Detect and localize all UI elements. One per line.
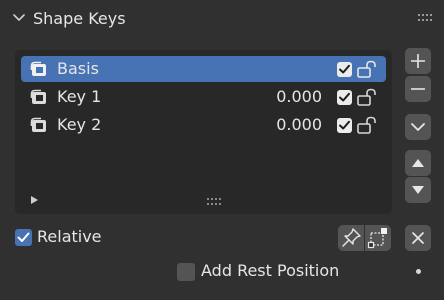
shape-key-value[interactable]: 0.000 [276, 87, 322, 106]
shape-key-enabled-checkbox[interactable] [337, 118, 352, 133]
edit-mode-icon [367, 228, 387, 249]
triangle-up-icon [412, 159, 424, 167]
unlocked-icon[interactable] [356, 60, 378, 79]
filter-options-toggle-icon[interactable] [29, 194, 39, 206]
relative-checkbox[interactable] [15, 229, 32, 246]
checkmark-icon [339, 92, 350, 102]
shape-key-lock-button[interactable] [338, 225, 364, 251]
drag-grip-icon[interactable] [418, 13, 434, 23]
add-rest-position-checkbox[interactable] [177, 263, 195, 281]
resize-grip-icon[interactable] [207, 198, 225, 206]
shape-key-enabled-checkbox[interactable] [337, 62, 352, 77]
keyframe-dot-icon[interactable] [416, 269, 421, 274]
add-shape-key-button[interactable] [405, 48, 431, 74]
minus-icon [411, 88, 425, 90]
shape-key-name[interactable]: Key 2 [57, 115, 101, 134]
shape-key-enabled-checkbox[interactable] [337, 90, 352, 105]
remove-shape-key-button[interactable] [405, 76, 431, 102]
checkmark-icon [339, 120, 350, 130]
shape-key-row[interactable]: Key 2 0.000 [21, 112, 386, 138]
move-up-button[interactable] [405, 150, 431, 176]
checkmark-icon [17, 232, 30, 242]
shape-key-icon [30, 117, 46, 132]
triangle-down-icon [412, 186, 424, 194]
chevron-down-icon[interactable] [12, 11, 26, 25]
shape-key-list[interactable]: Basis Key 1 0.000 Key 2 0.000 [15, 50, 392, 214]
shape-key-icon [30, 61, 46, 76]
pin-icon [342, 228, 361, 247]
shape-key-icon [30, 89, 46, 104]
shape-key-value[interactable]: 0.000 [276, 115, 322, 134]
add-rest-position-label[interactable]: Add Rest Position [201, 261, 339, 280]
shape-key-row[interactable]: Basis [21, 56, 386, 82]
checkmark-icon [339, 64, 350, 74]
x-icon [412, 232, 424, 244]
move-down-button[interactable] [405, 177, 431, 203]
panel-title: Shape Keys [33, 9, 126, 28]
chevron-down-icon [411, 123, 425, 131]
shape-keys-panel: Shape Keys Basis Key 1 0.000 Key 2 0.000… [0, 0, 444, 300]
panel-header[interactable]: Shape Keys [0, 0, 444, 38]
plus-icon [411, 54, 425, 68]
unlocked-icon[interactable] [356, 88, 378, 107]
unlocked-icon[interactable] [356, 116, 378, 135]
clear-shape-key-button[interactable] [405, 225, 431, 251]
edit-mode-button[interactable] [365, 225, 391, 251]
shape-key-specials-button[interactable] [405, 114, 431, 140]
relative-label[interactable]: Relative [37, 227, 102, 246]
shape-key-row[interactable]: Key 1 0.000 [21, 84, 386, 110]
shape-key-name[interactable]: Key 1 [57, 87, 101, 106]
shape-key-name[interactable]: Basis [57, 59, 99, 78]
